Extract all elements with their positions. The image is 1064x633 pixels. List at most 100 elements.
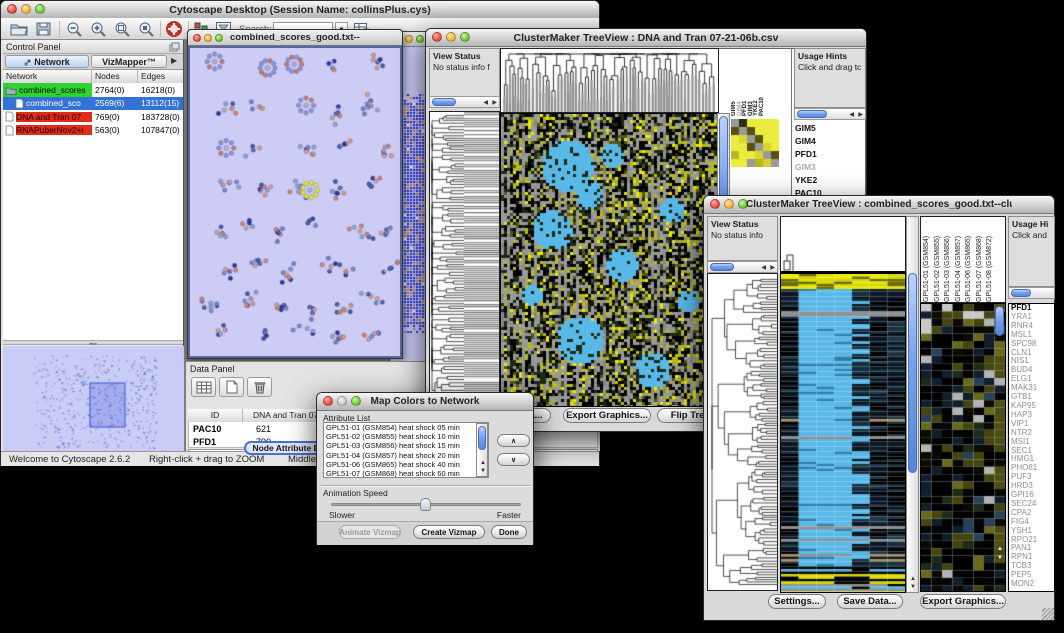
gene-label-MON2[interactable]: MON2 [1009,580,1054,589]
save-icon[interactable] [35,21,53,37]
view-status-hscrollbar[interactable]: ◀ ▶ [429,96,500,108]
scroll-left-arrow[interactable]: ◀ [483,100,488,106]
col-nodes[interactable]: Nodes [92,70,138,83]
heatmap-canvas[interactable] [781,274,905,592]
scroll-up-arrow[interactable]: ▲ [480,460,486,466]
scroll-down-arrow[interactable]: ▼ [480,468,486,474]
zoom-button[interactable] [215,34,223,42]
row-label-PFD1[interactable]: PFD1 [792,148,866,161]
attribute-item-6[interactable]: GPL51-07 (GSM868) heat shock 60 min [324,469,488,478]
delete-attribute-button[interactable] [247,377,272,397]
row-label-GIM3[interactable]: GIM3 [792,161,866,174]
zoom-out-icon[interactable] [65,20,84,38]
row-dendrogram-canvas[interactable] [708,274,777,590]
column-label-GPL51-02[interactable]: GPL51-02 (GSM855) [934,217,945,302]
animation-speed-slider[interactable] [331,503,521,506]
close-button[interactable] [323,396,333,406]
minimize-button[interactable] [337,396,347,406]
scroll-right-arrow[interactable]: ▶ [492,100,497,106]
row-label-YKE2[interactable]: YKE2 [792,174,866,187]
attribute-select-button[interactable] [191,377,216,397]
heatmap-panel[interactable] [780,273,906,593]
usage-hints-hscrollbar[interactable] [1008,287,1055,299]
close-button[interactable] [193,34,201,42]
zoom-fit-icon[interactable] [113,20,132,38]
treeview-dna-titlebar[interactable]: ClusterMaker TreeView : DNA and Tran 07-… [426,29,866,47]
column-label-GPL51-07[interactable]: GPL51-07 (GSM868) [976,217,987,302]
view-status-hscrollbar[interactable]: ◀ ▶ [707,261,778,273]
hscrollbar-thumb[interactable] [432,98,456,106]
column-label-GPL51-08[interactable]: GPL51-08 (GSM872) [986,217,997,302]
scroll-up-arrow[interactable]: ▲ [910,576,916,582]
settings-button[interactable]: Settings... [768,594,826,609]
export-graphics-button[interactable]: Export Graphics... [563,408,651,423]
column-dendrogram-canvas[interactable] [501,49,718,112]
column-dendrogram-canvas[interactable] [781,217,905,271]
vscrollbar-thumb[interactable] [908,273,917,473]
close-button[interactable] [710,199,720,209]
treeview-combined-titlebar[interactable]: ClusterMaker TreeView : combined_scores_… [704,196,1054,214]
scroll-down-arrow[interactable]: ▼ [997,555,1003,561]
column-label-GPL51-01[interactable]: GPL51-01 (GSM854) [923,217,934,302]
row-dendrogram-panel[interactable] [707,273,778,591]
heatmap-vscrollbar[interactable]: ▲ ▼ [906,216,919,593]
tab-vizmapper[interactable]: VizMapper™ [91,55,167,68]
row-label-GIM5[interactable]: GIM5 [792,122,866,135]
vscrollbar-thumb[interactable] [478,426,486,450]
animate-vizmap-button[interactable]: Animate Vizmap [339,525,401,539]
minimize-button[interactable] [446,32,456,42]
column-label-GPL51-03[interactable]: GPL51-03 (GSM856) [944,217,955,302]
main-titlebar[interactable]: Cytoscape Desktop (Session Name: collins… [1,1,599,19]
row-dendrogram-panel[interactable] [429,111,500,405]
heatmap-panel[interactable] [500,113,719,407]
detail-heatmap-panel[interactable] [920,303,1006,592]
close-button[interactable] [7,4,17,14]
column-label-GPL51-06[interactable]: GPL51-06 (GSM865) [965,217,976,302]
minimize-button[interactable] [405,35,413,43]
correlation-matrix-canvas[interactable] [731,119,779,167]
detail-heatmap-canvas[interactable] [921,304,1005,591]
scroll-up-arrow[interactable]: ▲ [997,546,1003,552]
column-label-GIM5[interactable]: GIM5 [731,52,737,116]
scroll-left-arrow[interactable]: ◀ [761,265,766,271]
network-window-titlebar[interactable]: combined_scores_good.txt--cluste... [188,30,402,46]
attribute-item-3[interactable]: GPL51-03 (GSM856) heat shock 15 min [324,441,488,450]
open-file-icon[interactable] [9,21,29,37]
slider-thumb[interactable] [420,498,431,511]
minimize-button[interactable] [204,34,212,42]
network-overview-canvas[interactable] [3,346,182,451]
network-view-canvas[interactable] [190,48,400,356]
heatmap-canvas[interactable] [501,114,718,406]
minimize-button[interactable] [21,4,31,14]
move-down-button[interactable]: ∨ [497,453,530,466]
column-label-PAC10[interactable]: PAC10 [759,52,765,116]
column-label-PFD1[interactable]: PFD1 [742,52,748,116]
resize-grip[interactable] [1042,608,1054,620]
attribute-list-vscrollbar[interactable]: ▲ ▼ [476,423,488,477]
row-dendrogram-canvas[interactable] [430,112,499,404]
network-row-1[interactable]: combined_scores2764(0)16218(0) [3,83,183,97]
zoom-selected-icon[interactable] [137,20,156,38]
usage-hints-hscrollbar[interactable]: ◀ ▶ [794,108,866,120]
scroll-left-arrow[interactable]: ◀ [849,112,854,118]
save-data-button[interactable]: Save Data... [837,594,903,609]
col-edges[interactable]: Edges [138,70,183,83]
panel-splitter[interactable] [3,340,183,345]
move-up-button[interactable]: ∧ [497,434,530,447]
help-lifesaver-icon[interactable] [165,20,184,38]
column-dendrogram-panel[interactable] [500,48,719,113]
scroll-down-arrow[interactable]: ▼ [910,584,916,590]
zoom-button[interactable] [416,35,424,43]
close-button[interactable] [432,32,442,42]
network-overview-panel[interactable] [3,346,184,451]
tab-overflow-arrow[interactable]: ▶ [171,56,177,65]
minimize-button[interactable] [724,199,734,209]
col-network[interactable]: Network [3,70,92,83]
column-dendrogram-panel[interactable] [780,216,906,273]
attribute-item-2[interactable]: GPL51-02 (GSM855) heat shock 10 min [324,432,488,441]
column-label-GPL51-04[interactable]: GPL51-04 (GSM857) [955,217,966,302]
float-panel-icon[interactable] [169,42,180,52]
attribute-item-4[interactable]: GPL51-04 (GSM857) heat shock 20 min [324,451,488,460]
create-vizmap-button[interactable]: Create Vizmap [413,525,485,539]
network-row-3[interactable]: DNA and Tran 07769(0)183728(0) [3,110,183,124]
